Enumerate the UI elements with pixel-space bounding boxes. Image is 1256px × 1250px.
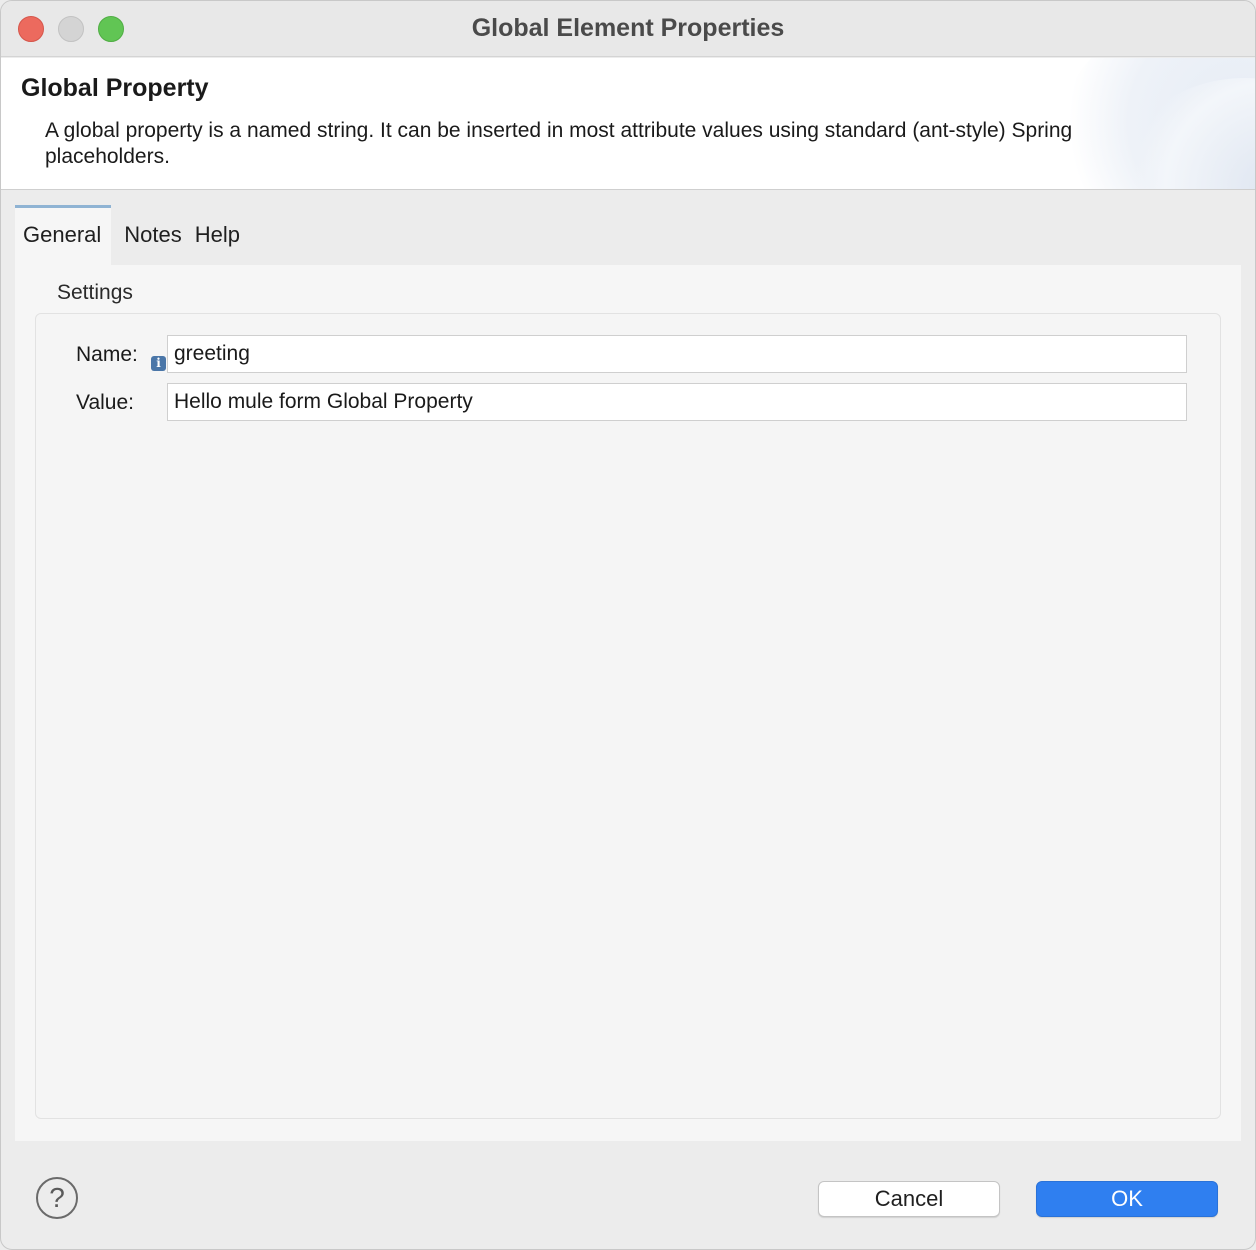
tab-bar: General Notes Help [15,205,253,265]
name-field[interactable] [167,335,1187,373]
header-banner: Global Property A global property is a n… [1,58,1255,190]
banner-title: Global Property [21,74,209,102]
cancel-button[interactable]: Cancel [818,1181,1000,1217]
info-icon: i [151,356,166,371]
tab-general[interactable]: General [15,205,112,265]
window-title: Global Element Properties [471,14,785,42]
title-bar: Global Element Properties [1,1,1255,57]
tab-content-panel: Settings Name: i Value: [15,265,1241,1141]
settings-section-label: Settings [57,281,133,304]
tab-help[interactable]: Help [195,205,253,265]
name-label: Name: [76,343,138,366]
settings-group: Name: i Value: [35,313,1221,1119]
value-label: Value: [76,391,134,414]
banner-description: A global property is a named string. It … [45,119,1073,168]
help-icon[interactable]: ? [36,1177,78,1219]
dialog-window: Global Element Properties Global Propert… [0,0,1256,1250]
tab-notes[interactable]: Notes [111,205,194,265]
value-field[interactable] [167,383,1187,421]
ok-button[interactable]: OK [1036,1181,1218,1217]
